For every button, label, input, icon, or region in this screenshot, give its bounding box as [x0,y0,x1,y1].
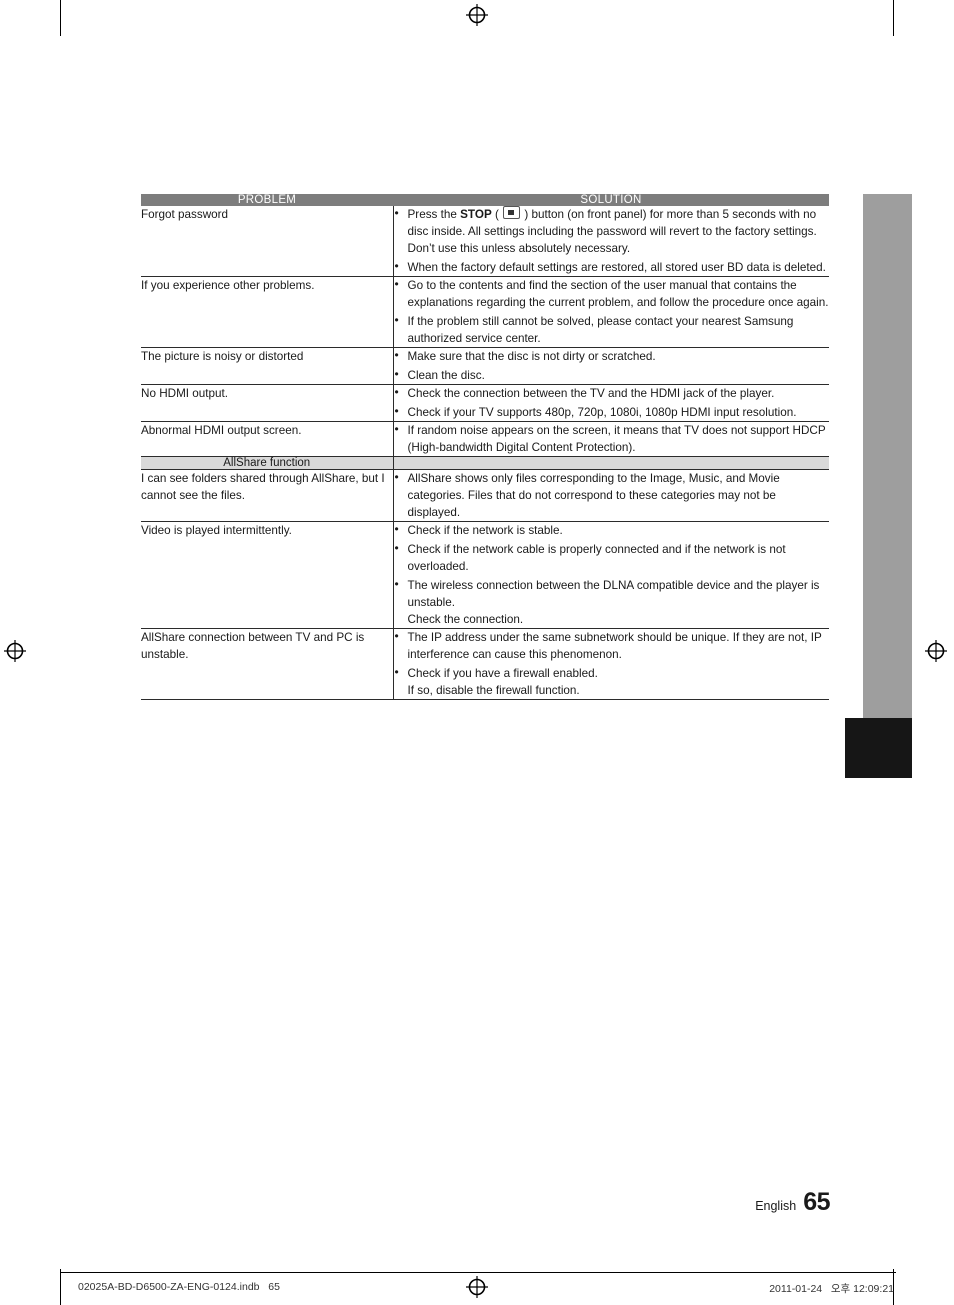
solution-cell: AllShare shows only files corresponding … [393,469,830,522]
problem-cell: I can see folders shared through AllShar… [141,469,394,522]
table-row: Forgot passwordPress the STOP ( ) button… [141,205,830,277]
solution-subline: Don’t use this unless absolutely necessa… [407,242,631,255]
solution-subline: If so, disable the firewall function. [407,684,580,697]
page-footer: English 65 [700,1188,830,1217]
section-label: AllShare function [141,456,394,470]
crop-mark-top-left [60,0,61,36]
emphasis-text: STOP [460,208,492,221]
solution-cell: If random noise appears on the screen, i… [393,421,830,457]
problem-cell: No HDMI output. [141,384,394,422]
table-row: Abnormal HDMI output screen.If random no… [141,421,830,457]
solution-item: If the problem still cannot be solved, p… [394,312,830,347]
solution-cell: Check the connection between the TV and … [393,384,830,422]
solution-item: Press the STOP ( ) button (on front pane… [394,205,830,257]
solution-cell: Make sure that the disc is not dirty or … [393,347,830,385]
solution-item: If random noise appears on the screen, i… [394,421,830,456]
table-row: I can see folders shared through AllShar… [141,469,830,522]
problem-cell: AllShare connection between TV and PC is… [141,628,394,700]
stop-button-icon [503,206,521,219]
solution-item: AllShare shows only files corresponding … [394,469,830,521]
footer-language: English [755,1199,797,1213]
solution-item: Go to the contents and find the section … [394,276,830,311]
solution-item: The IP address under the same subnetwork… [394,628,830,663]
troubleshooting-table: PROBLEM SOLUTION Forgot passwordPress th… [141,194,829,700]
solution-item: The wireless connection between the DLNA… [394,576,830,628]
chapter-name: Appendix [847,225,859,280]
solution-item: Check if the network is stable. [394,521,830,539]
table-section-row: AllShare function [141,456,829,470]
solution-cell: Check if the network is stable.Check if … [393,521,830,629]
footer-divider-rule [60,1272,896,1273]
chapter-number: 08 [847,197,859,210]
solution-item: When the factory default settings are re… [394,258,830,276]
registration-mark-top [466,4,488,26]
problem-cell: Abnormal HDMI output screen. [141,421,394,457]
chapter-tab-marker [845,718,912,778]
solution-item: Make sure that the disc is not dirty or … [394,347,830,365]
crop-mark-top-right [893,0,894,36]
header-solution: SOLUTION [393,194,829,206]
solution-cell: Go to the contents and find the section … [393,276,830,348]
solution-cell: The IP address under the same subnetwork… [393,628,830,700]
print-timestamp: 2011-01-24 오후 12:09:21 [769,1283,894,1295]
solution-item: Clean the disc. [394,366,830,384]
crop-mark-bottom-left [60,1269,61,1305]
section-empty-cell [393,456,829,470]
solution-item: Check if the network cable is properly c… [394,540,830,575]
table-row: If you experience other problems.Go to t… [141,276,830,348]
table-row: No HDMI output.Check the connection betw… [141,384,830,422]
table-body: Forgot passwordPress the STOP ( ) button… [141,205,830,700]
table-row: Video is played intermittently.Check if … [141,521,830,629]
registration-mark-bottom [466,1276,488,1298]
footer-page-number: 65 [803,1188,830,1216]
header-problem: PROBLEM [141,194,393,206]
solution-item: Check if you have a firewall enabled.If … [394,664,830,699]
problem-cell: If you experience other problems. [141,276,394,348]
solution-item: Check the connection between the TV and … [394,384,830,402]
solution-cell: Press the STOP ( ) button (on front pane… [393,205,830,277]
solution-item: Check if your TV supports 480p, 720p, 10… [394,403,830,421]
registration-mark-left [4,640,26,662]
problem-cell: Forgot password [141,206,394,277]
problem-cell: The picture is noisy or distorted [141,347,394,385]
solution-subline: Check the connection. [407,613,524,626]
registration-mark-right [925,640,947,662]
table-header-row: PROBLEM SOLUTION [141,194,829,206]
table-row: The picture is noisy or distortedMake su… [141,347,830,385]
table-row: AllShare connection between TV and PC is… [141,628,830,700]
manual-page: 08 Appendix PROBLEM SOLUTION Forgot pass… [0,0,954,1305]
print-file-name: 02025A-BD-D6500-ZA-ENG-0124.indb 65 [78,1281,280,1293]
problem-cell: Video is played intermittently. [141,521,394,629]
